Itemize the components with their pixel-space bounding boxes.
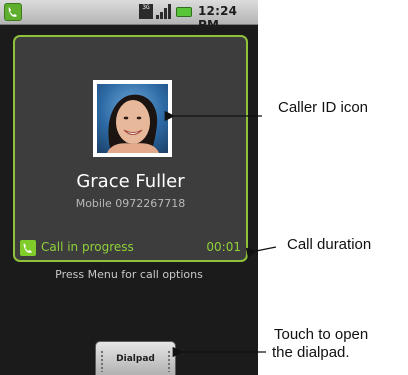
3g-icon: 3G (139, 4, 153, 19)
dialpad-annotation-line2: the dialpad. (272, 344, 350, 361)
call-duration: 00:01 (206, 240, 241, 254)
phone-call-notification-icon (4, 3, 22, 21)
call-status-text: Call in progress (41, 240, 134, 254)
phone-screen: 3G 12:24 PM Grace Fuller Mobile 09722677… (0, 0, 258, 375)
network-badge: 3G (142, 4, 150, 11)
caller-id-annotation: Caller ID icon (278, 99, 369, 116)
status-clock: 12:24 PM (198, 4, 238, 32)
call-duration-annotation: Call duration (287, 236, 372, 253)
caller-name: Grace Fuller (76, 171, 185, 192)
dialpad-label: Dialpad (116, 354, 155, 364)
dialpad-button[interactable]: Dialpad (95, 341, 176, 375)
call-status-row: Call in progress 00:01 (20, 239, 241, 257)
battery-icon (176, 7, 192, 17)
status-bar: 3G 12:24 PM (0, 0, 258, 32)
caller-avatar (97, 84, 168, 153)
call-in-progress-icon (20, 240, 36, 256)
caller-id-photo (93, 80, 172, 157)
grip-right-icon (167, 350, 171, 372)
call-card: Grace Fuller Mobile 0972267718 Call in p… (13, 35, 248, 262)
dialpad-annotation-line1: Touch to open (274, 326, 369, 343)
menu-hint: Press Menu for call options (55, 268, 203, 281)
signal-bars-icon (156, 4, 172, 19)
caller-number: Mobile 0972267718 (75, 197, 186, 210)
call-duration-arrow (245, 246, 277, 258)
